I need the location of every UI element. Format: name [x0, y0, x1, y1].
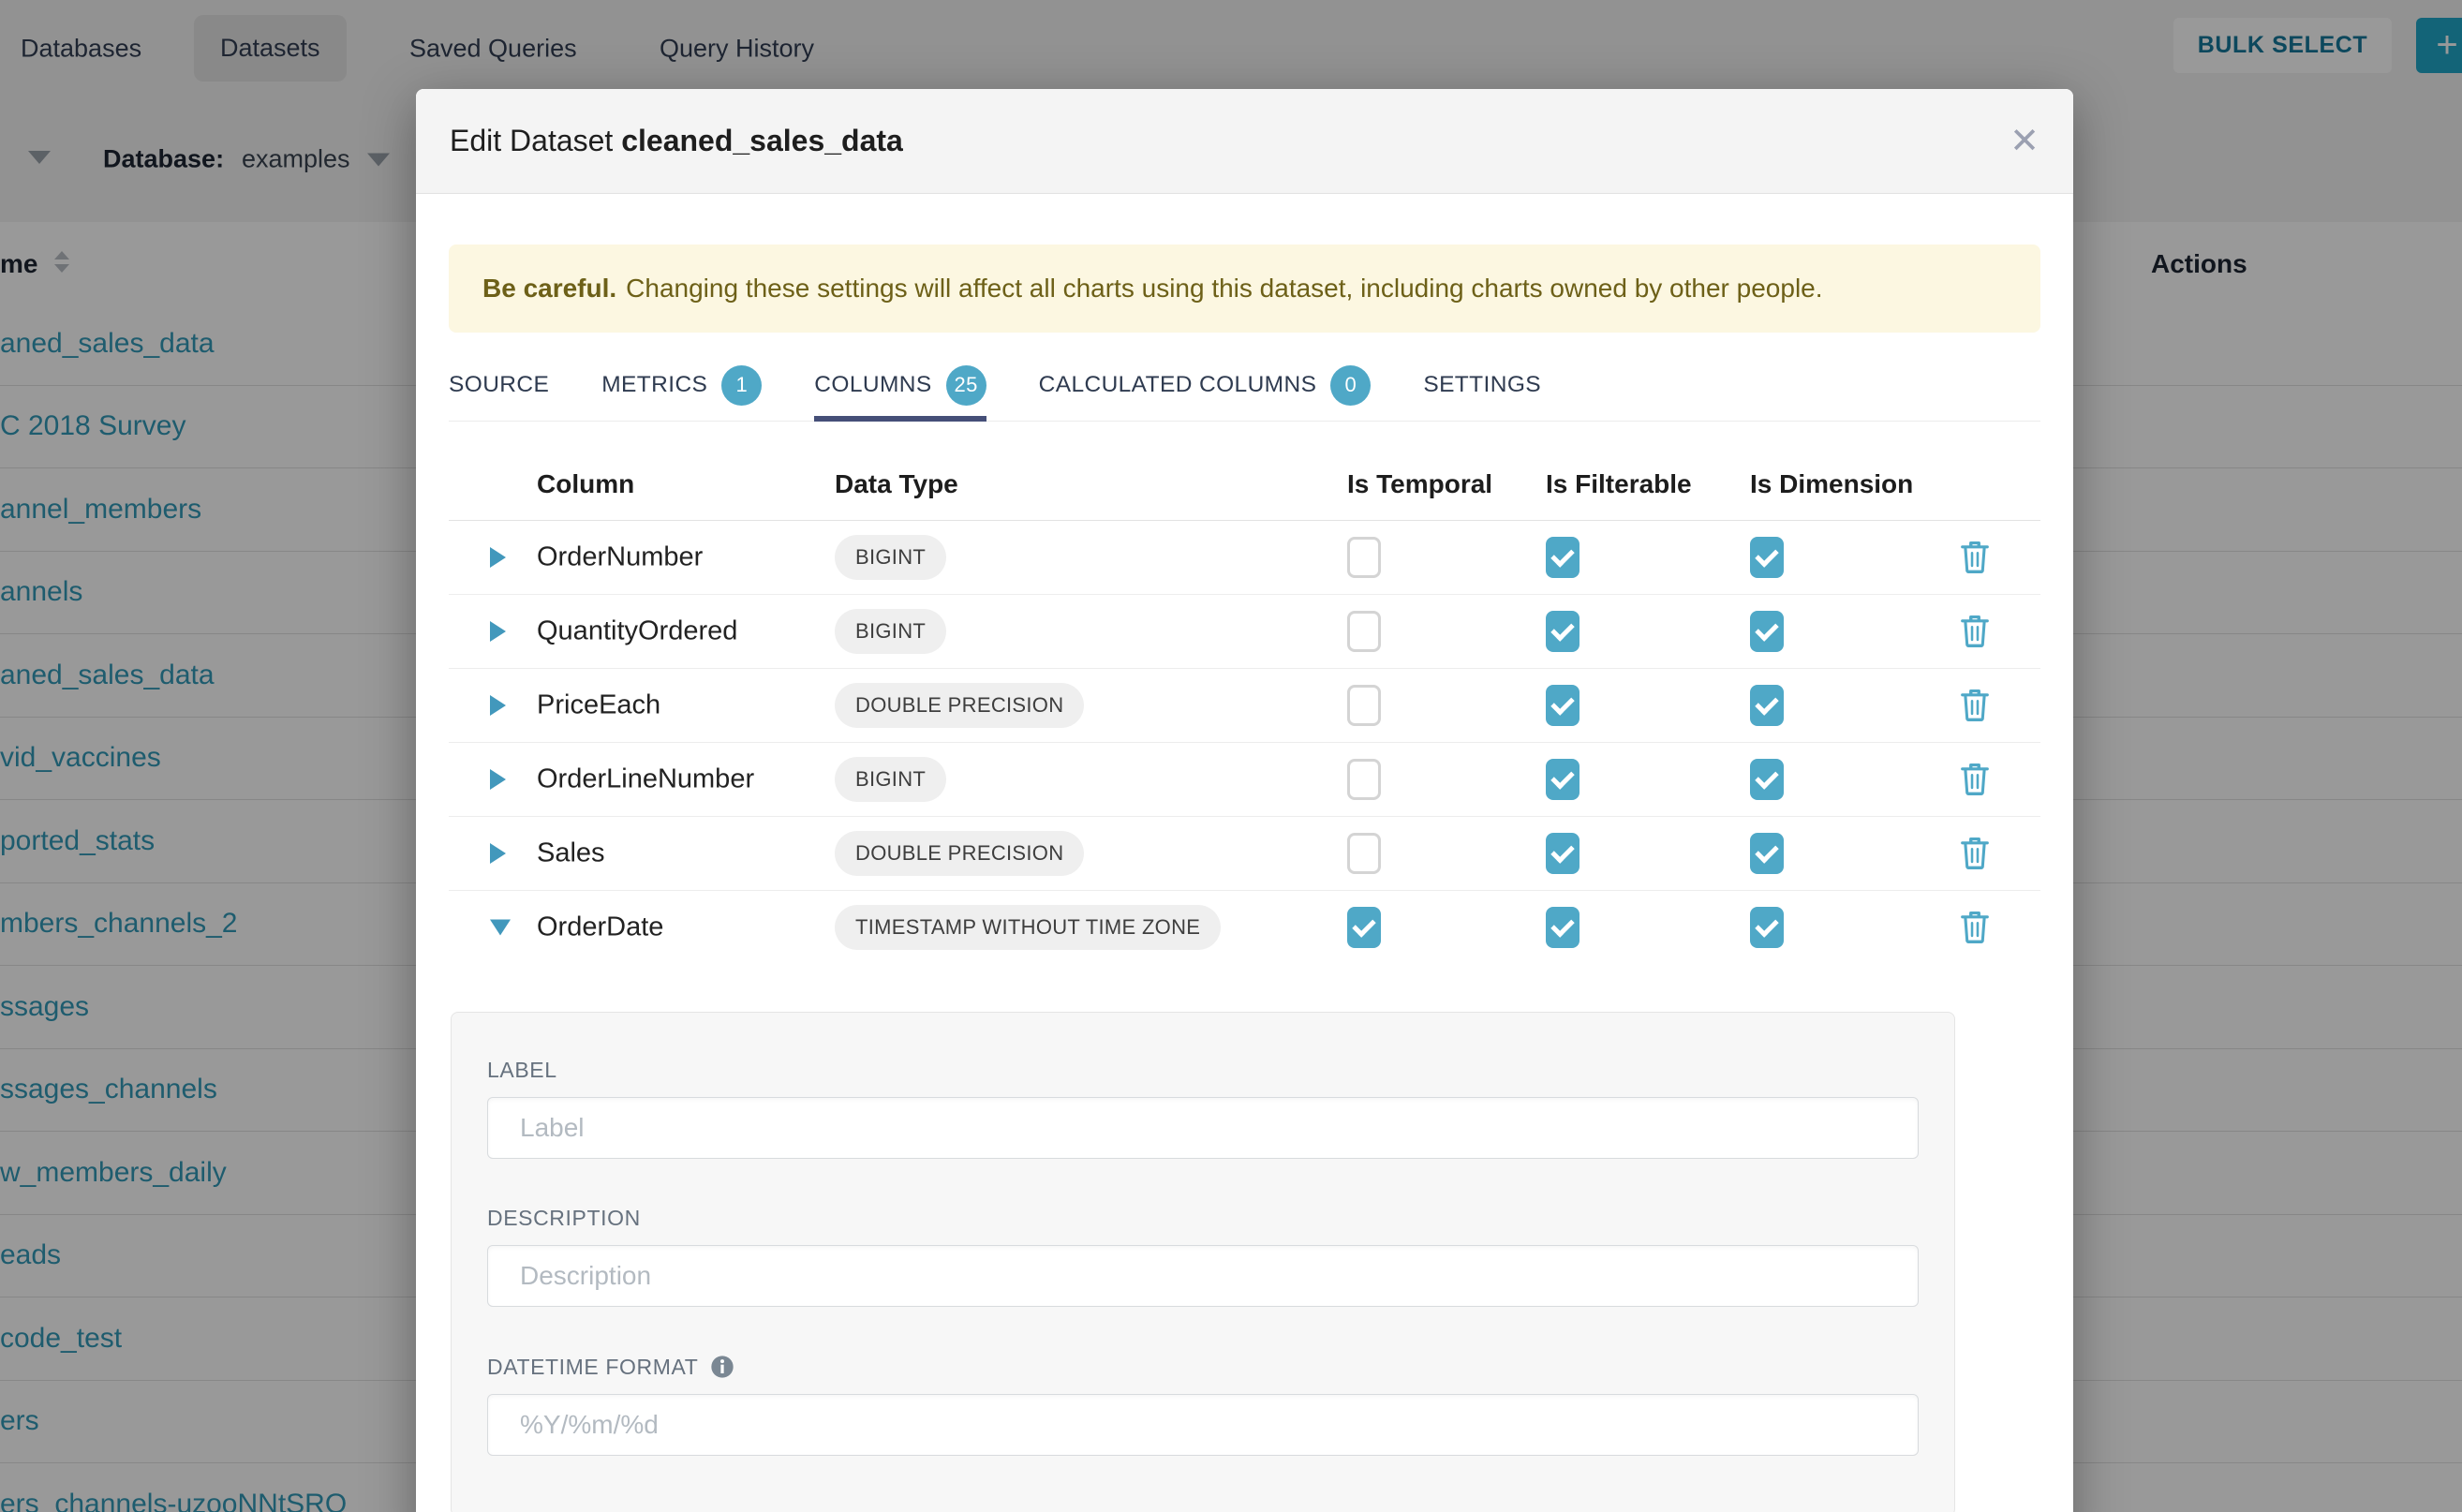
label-input[interactable] — [487, 1097, 1919, 1159]
info-icon[interactable] — [709, 1354, 735, 1380]
is-dimension-checkbox[interactable] — [1750, 833, 1784, 874]
is-filterable-checkbox[interactable] — [1546, 537, 1580, 578]
tab-label: SOURCE — [449, 372, 549, 398]
is-dimension-checkbox[interactable] — [1750, 759, 1784, 800]
is-filterable-checkbox[interactable] — [1546, 759, 1580, 800]
header-column: Column — [537, 469, 634, 499]
delete-column-icon[interactable] — [1959, 688, 1991, 723]
edit-dataset-modal: Edit Dataset cleaned_sales_data ✕ Be car… — [416, 89, 2073, 1512]
tab-label: METRICS — [601, 372, 707, 398]
datetime-format-field-group: DATETIME FORMAT — [487, 1354, 1919, 1456]
column-row: OrderDate TIMESTAMP WITHOUT TIME ZONE — [449, 891, 2040, 964]
tab-columns[interactable]: COLUMNS 25 — [814, 355, 986, 421]
column-editor-panel: LABEL DESCRIPTION DATETIME FORMAT — [451, 1012, 1955, 1512]
column-row: PriceEach DOUBLE PRECISION — [449, 669, 2040, 743]
modal-header: Edit Dataset cleaned_sales_data ✕ — [416, 89, 2073, 194]
datetime-format-input[interactable] — [487, 1394, 1919, 1456]
description-field-label: DESCRIPTION — [487, 1206, 1919, 1231]
label-field-label: LABEL — [487, 1058, 1919, 1083]
data-type-pill: DOUBLE PRECISION — [835, 683, 1084, 728]
page: DatabasesDatasetsSaved QueriesQuery Hist… — [0, 0, 2462, 1512]
column-name: Sales — [537, 838, 605, 869]
expand-caret-icon[interactable] — [490, 843, 506, 864]
header-is-filterable: Is Filterable — [1546, 469, 1692, 499]
column-name: OrderNumber — [537, 542, 703, 573]
is-temporal-checkbox[interactable] — [1347, 907, 1381, 948]
expand-caret-icon[interactable] — [490, 547, 506, 568]
tab-label: SETTINGS — [1423, 372, 1541, 398]
delete-column-icon[interactable] — [1959, 910, 1991, 945]
tab-count-badge: 1 — [721, 365, 762, 406]
header-is-dimension: Is Dimension — [1750, 469, 1913, 499]
column-name: OrderDate — [537, 912, 663, 943]
column-name: OrderLineNumber — [537, 764, 754, 795]
tab-calculated-columns[interactable]: CALCULATED COLUMNS 0 — [1039, 355, 1372, 421]
description-input[interactable] — [487, 1245, 1919, 1307]
column-name: QuantityOrdered — [537, 616, 737, 647]
is-dimension-checkbox[interactable] — [1750, 907, 1784, 948]
tab-label: CALCULATED COLUMNS — [1039, 372, 1317, 398]
datetime-format-label-text: DATETIME FORMAT — [487, 1355, 698, 1380]
is-dimension-checkbox[interactable] — [1750, 685, 1784, 726]
expand-caret-icon[interactable] — [490, 769, 506, 790]
is-temporal-checkbox[interactable] — [1347, 833, 1381, 874]
modal-title-prefix: Edit Dataset — [450, 124, 613, 157]
data-type-pill: BIGINT — [835, 535, 946, 580]
modal-tabs: SOURCE METRICS 1 COLUMNS 25 CALCULATED COLUMN… — [449, 355, 2040, 422]
is-temporal-checkbox[interactable] — [1347, 759, 1381, 800]
close-button[interactable]: ✕ — [2010, 124, 2039, 159]
column-name: PriceEach — [537, 690, 660, 721]
delete-column-icon[interactable] — [1959, 836, 1991, 871]
column-row: QuantityOrdered BIGINT — [449, 595, 2040, 669]
column-row: OrderLineNumber BIGINT — [449, 743, 2040, 817]
expand-caret-icon[interactable] — [490, 621, 506, 642]
is-temporal-checkbox[interactable] — [1347, 611, 1381, 652]
data-type-pill: TIMESTAMP WITHOUT TIME ZONE — [835, 905, 1221, 950]
is-filterable-checkbox[interactable] — [1546, 907, 1580, 948]
modal-body: Be careful. Changing these settings will… — [416, 245, 2073, 1512]
header-is-temporal: Is Temporal — [1347, 469, 1492, 499]
modal-title-dataset-name: cleaned_sales_data — [621, 124, 903, 157]
columns-table-body: OrderNumber BIGINT QuantityOrdered BIGINT Pr… — [449, 521, 2040, 964]
is-dimension-checkbox[interactable] — [1750, 537, 1784, 578]
columns-table-header: Column Data Type Is Temporal Is Filterab… — [449, 422, 2040, 521]
delete-column-icon[interactable] — [1959, 540, 1991, 575]
data-type-pill: BIGINT — [835, 757, 946, 802]
tab-count-badge: 0 — [1330, 365, 1371, 406]
tab-source[interactable]: SOURCE — [449, 355, 549, 421]
label-field-group: LABEL — [487, 1058, 1919, 1159]
header-data-type: Data Type — [835, 469, 958, 499]
expand-caret-icon[interactable] — [490, 695, 506, 716]
datetime-format-field-label: DATETIME FORMAT — [487, 1354, 1919, 1380]
data-type-pill: DOUBLE PRECISION — [835, 831, 1084, 876]
warning-bold-text: Be careful. — [482, 274, 616, 304]
warning-text: Changing these settings will affect all … — [626, 274, 1822, 304]
description-field-group: DESCRIPTION — [487, 1206, 1919, 1307]
close-icon: ✕ — [2010, 122, 2039, 161]
is-temporal-checkbox[interactable] — [1347, 537, 1381, 578]
is-filterable-checkbox[interactable] — [1546, 611, 1580, 652]
delete-column-icon[interactable] — [1959, 762, 1991, 797]
is-filterable-checkbox[interactable] — [1546, 833, 1580, 874]
is-dimension-checkbox[interactable] — [1750, 611, 1784, 652]
tab-count-badge: 25 — [946, 365, 986, 406]
data-type-pill: BIGINT — [835, 609, 946, 654]
tab-label: COLUMNS — [814, 372, 931, 398]
collapse-caret-icon[interactable] — [490, 920, 511, 936]
warning-banner: Be careful. Changing these settings will… — [449, 245, 2040, 333]
tab-settings[interactable]: SETTINGS — [1423, 355, 1541, 421]
modal-title: Edit Dataset cleaned_sales_data — [450, 124, 903, 158]
is-temporal-checkbox[interactable] — [1347, 685, 1381, 726]
column-row: OrderNumber BIGINT — [449, 521, 2040, 595]
tab-metrics[interactable]: METRICS 1 — [601, 355, 762, 421]
delete-column-icon[interactable] — [1959, 614, 1991, 649]
column-row: Sales DOUBLE PRECISION — [449, 817, 2040, 891]
is-filterable-checkbox[interactable] — [1546, 685, 1580, 726]
